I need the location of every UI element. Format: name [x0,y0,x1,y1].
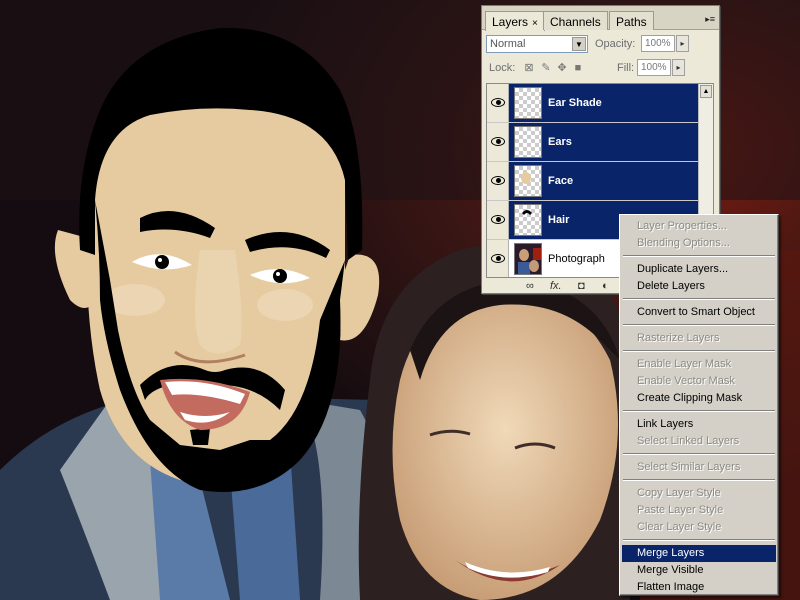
layers-context-menu: Layer Properties... Blending Options... … [619,214,779,596]
menu-separator [623,479,775,481]
fill-label: Fill: [617,62,635,74]
tab-channels[interactable]: Channels [543,11,608,30]
fill-slider-button[interactable]: ▸ [672,59,685,76]
menu-item-copy-layer-style[interactable]: Copy Layer Style [622,485,776,502]
menu-item-paste-layer-style[interactable]: Paste Layer Style [622,502,776,519]
tab-layers-label: Layers [492,15,529,29]
menu-item-enable-layer-mask[interactable]: Enable Layer Mask [622,356,776,373]
fx-icon[interactable]: fx. [550,280,562,292]
adjustment-icon[interactable]: ◐ [602,280,609,292]
menu-item-merge-layers[interactable]: Merge Layers [622,545,776,562]
tab-channels-label: Channels [550,15,601,29]
menu-item-select-similar-layers[interactable]: Select Similar Layers [622,459,776,476]
panel-menu-icon[interactable]: ▸≡ [705,14,715,25]
lock-label: Lock: [489,62,516,74]
hair-thumb-art [522,210,532,215]
blend-mode-select[interactable]: Normal ▼ [486,35,588,53]
menu-item-duplicate-layers[interactable]: Duplicate Layers... [622,261,776,278]
layer-thumbnail [514,204,542,236]
eye-icon [491,137,505,146]
layer-name: Photograph [548,253,605,265]
eye-icon [491,215,505,224]
tab-paths[interactable]: Paths [609,11,654,30]
scroll-up-icon[interactable]: ▲ [700,85,712,98]
menu-item-rasterize-layers[interactable]: Rasterize Layers [622,330,776,347]
lock-image-icon[interactable]: ✎ [540,62,552,74]
visibility-toggle[interactable] [487,84,509,122]
layer-thumbnail [514,243,542,275]
layer-thumbnail [514,126,542,158]
layer-row-ear-shade[interactable]: Ear Shade [487,84,699,123]
menu-item-flatten-image[interactable]: Flatten Image [622,579,776,596]
menu-item-clear-layer-style[interactable]: Clear Layer Style [622,519,776,536]
blend-row: Normal ▼ Opacity: 100% ▸ [486,35,716,55]
visibility-toggle[interactable] [487,123,509,161]
layer-thumbnail [514,87,542,119]
menu-separator [623,298,775,300]
menu-separator [623,324,775,326]
layer-name: Ear Shade [548,97,602,109]
layer-name: Face [548,175,574,187]
layer-row-face[interactable]: Face [487,162,699,201]
menu-item-create-clipping-mask[interactable]: Create Clipping Mask [622,390,776,407]
menu-separator [623,539,775,541]
menu-separator [623,350,775,352]
blend-mode-value: Normal [490,38,526,50]
opacity-input[interactable]: 100% [641,35,675,52]
menu-separator [623,410,775,412]
visibility-toggle[interactable] [487,201,509,239]
layer-thumbnail [514,165,542,197]
layer-row-ears[interactable]: Ears [487,123,699,162]
lock-position-icon[interactable]: ✥ [556,62,568,74]
opacity-label: Opacity: [595,38,636,50]
lock-all-icon[interactable]: ■ [572,62,584,74]
layer-name: Hair [548,214,570,226]
photo-thumb-art [515,244,541,274]
eye-icon [491,176,505,185]
menu-separator [623,255,775,257]
lock-transparent-icon[interactable]: ⊠ [523,62,535,74]
panel-tab-bar: Layers × Channels Paths ▸≡ [482,6,719,31]
tab-layers[interactable]: Layers × [485,11,545,31]
fill-input[interactable]: 100% [637,59,671,76]
menu-item-merge-visible[interactable]: Merge Visible [622,562,776,579]
tab-paths-label: Paths [616,15,647,29]
menu-item-convert-smart-object[interactable]: Convert to Smart Object [622,304,776,321]
menu-item-select-linked-layers[interactable]: Select Linked Layers [622,433,776,450]
menu-item-link-layers[interactable]: Link Layers [622,416,776,433]
menu-item-delete-layers[interactable]: Delete Layers [622,278,776,295]
menu-item-blending-options[interactable]: Blending Options... [622,235,776,252]
eye-icon [491,254,505,263]
close-icon[interactable]: × [532,18,538,29]
eye-icon [491,98,505,107]
menu-separator [623,453,775,455]
opacity-slider-button[interactable]: ▸ [676,35,689,52]
menu-item-layer-properties[interactable]: Layer Properties... [622,218,776,235]
chevron-down-icon[interactable]: ▼ [572,37,586,51]
visibility-toggle[interactable] [487,162,509,200]
woman [358,244,632,600]
face-thumb-art [521,172,531,184]
visibility-toggle[interactable] [487,240,509,277]
link-icon[interactable]: ∞ [526,280,534,292]
menu-item-enable-vector-mask[interactable]: Enable Vector Mask [622,373,776,390]
mask-icon[interactable]: ◘ [578,280,585,292]
layer-name: Ears [548,136,572,148]
